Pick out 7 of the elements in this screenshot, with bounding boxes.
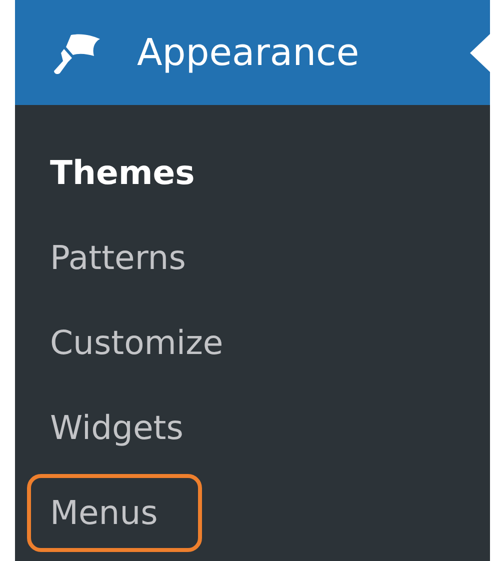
submenu-link[interactable]: Patterns — [27, 218, 230, 296]
current-pointer-icon — [470, 34, 490, 72]
appearance-menu-link[interactable]: Appearance — [137, 31, 360, 74]
submenu-link[interactable]: Widgets — [27, 388, 228, 466]
submenu-link[interactable]: Themes — [27, 134, 239, 212]
submenu-link[interactable]: Menus — [27, 474, 202, 552]
submenu-link[interactable]: Customize — [27, 304, 268, 382]
